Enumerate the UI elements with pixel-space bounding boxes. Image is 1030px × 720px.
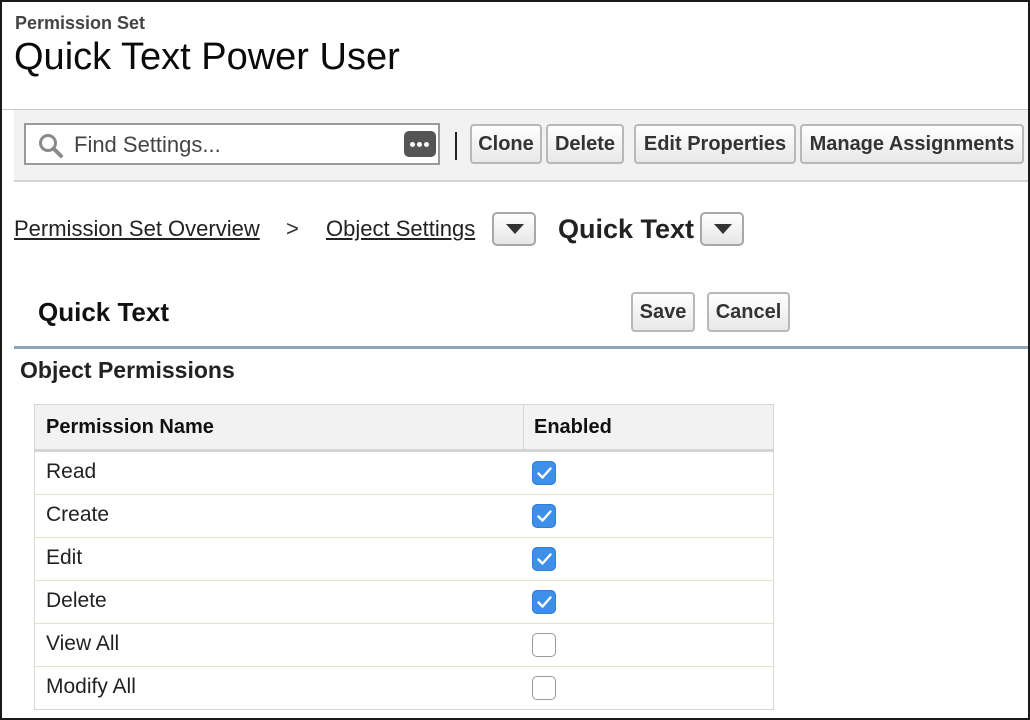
enabled-checkbox[interactable] <box>532 633 556 657</box>
permissions-table: Permission Name Enabled Read Create Edit De… <box>34 404 774 710</box>
permission-name: Edit <box>46 546 83 569</box>
enabled-checkbox[interactable] <box>532 590 556 614</box>
enabled-checkbox[interactable] <box>532 676 556 700</box>
object-settings-dropdown[interactable] <box>492 212 536 246</box>
section-divider <box>14 346 1028 349</box>
edit-properties-button[interactable]: Edit Properties <box>634 124 796 164</box>
cancel-button[interactable]: Cancel <box>707 292 790 332</box>
permission-name: Read <box>46 460 97 483</box>
breadcrumb-separator: > <box>286 216 299 241</box>
enabled-checkbox[interactable] <box>532 504 556 528</box>
table-row: Modify All <box>35 666 773 709</box>
search-box[interactable] <box>24 123 440 165</box>
breadcrumb-permission-set-overview[interactable]: Permission Set Overview <box>14 216 260 242</box>
column-header-enabled: Enabled <box>534 416 612 438</box>
breadcrumb-object-settings[interactable]: Object Settings <box>326 216 475 242</box>
check-icon <box>537 553 552 565</box>
table-header: Permission Name Enabled <box>35 405 773 452</box>
enabled-checkbox[interactable] <box>532 547 556 571</box>
page-eyebrow: Permission Set <box>15 13 146 33</box>
search-input[interactable] <box>74 131 394 159</box>
chevron-down-icon <box>506 224 524 234</box>
permission-name: Modify All <box>46 675 136 698</box>
manage-assignments-button[interactable]: Manage Assignments <box>800 124 1024 164</box>
delete-button[interactable]: Delete <box>546 124 624 164</box>
permission-name: Delete <box>46 589 107 612</box>
table-row: Edit <box>35 537 773 580</box>
enabled-checkbox[interactable] <box>532 461 556 485</box>
toolbar-divider <box>455 132 457 160</box>
check-icon <box>537 467 552 479</box>
table-body: Read Create Edit Delete View All Modify All <box>35 452 773 709</box>
breadcrumb-current: Quick Text <box>558 214 695 244</box>
chevron-down-icon <box>714 224 732 234</box>
toolbar: Clone Delete Edit Properties Manage Assi… <box>14 110 1028 182</box>
permission-name: View All <box>46 632 120 655</box>
table-row: Delete <box>35 580 773 623</box>
check-icon <box>537 596 552 608</box>
table-row: Create <box>35 494 773 537</box>
clone-button[interactable]: Clone <box>470 124 542 164</box>
page-title: Quick Text Power User <box>14 36 400 78</box>
save-button[interactable]: Save <box>631 292 695 332</box>
object-permissions-heading: Object Permissions <box>20 357 235 383</box>
table-row: View All <box>35 623 773 666</box>
check-icon <box>537 510 552 522</box>
permission-name: Create <box>46 503 110 526</box>
quick-text-dropdown[interactable] <box>700 212 744 246</box>
more-options-icon[interactable] <box>404 131 436 157</box>
app-window: Permission Set Quick Text Power User Clo… <box>0 0 1030 720</box>
search-icon <box>39 134 63 158</box>
column-header-permission-name: Permission Name <box>46 416 214 438</box>
table-row: Read <box>35 452 773 494</box>
section-title: Quick Text <box>38 297 170 327</box>
